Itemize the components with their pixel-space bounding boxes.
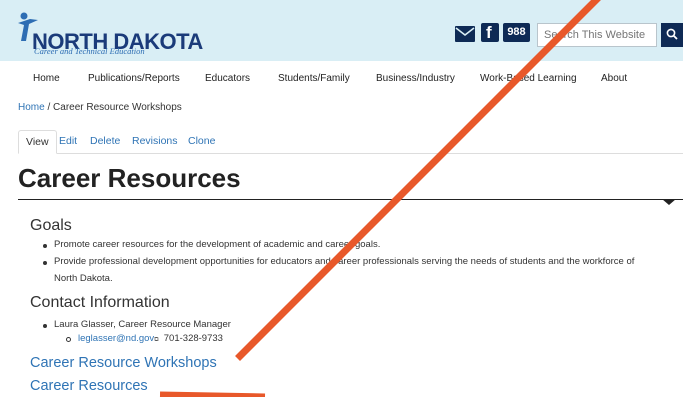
contact-heading: Contact Information: [30, 294, 170, 311]
sub-bullet-icon: [66, 337, 71, 342]
external-link-icon: ⧉: [154, 337, 159, 343]
mail-icon[interactable]: [455, 26, 475, 42]
tab-edit[interactable]: Edit: [59, 130, 77, 154]
contact-phone: 701-328-9733: [163, 333, 223, 344]
bullet-icon: [43, 324, 47, 328]
facebook-icon[interactable]: f: [481, 23, 499, 42]
nav-item-home[interactable]: Home: [33, 73, 60, 84]
search-button[interactable]: [661, 23, 683, 47]
tab-delete[interactable]: Delete: [90, 130, 120, 154]
breadcrumb-current: Career Resource Workshops: [53, 102, 182, 113]
breadcrumb: Home / Career Resource Workshops: [18, 102, 182, 113]
breadcrumb-home[interactable]: Home: [18, 102, 45, 113]
nav-item-students-family[interactable]: Students/Family: [278, 73, 350, 84]
breadcrumb-separator: /: [47, 102, 51, 113]
goals-item-continued: North Dakota.: [54, 273, 113, 284]
nav-item-work-based-learning[interactable]: Work-Based Learning: [480, 73, 577, 84]
title-caret-icon: [662, 199, 676, 205]
admin-tabs: View Edit Delete Revisions Clone: [18, 130, 683, 154]
tab-clone[interactable]: Clone: [188, 130, 215, 154]
nav-item-publications[interactable]: Publications/Reports: [88, 73, 180, 84]
contact-person: Laura Glasser, Career Resource Manager: [54, 319, 231, 330]
main-nav: Home Publications/Reports Educators Stud…: [0, 61, 683, 97]
nav-item-business-industry[interactable]: Business/Industry: [376, 73, 455, 84]
goals-heading: Goals: [30, 217, 72, 234]
site-header: NORTH DAKOTA Career and Technical Educat…: [0, 0, 683, 61]
search-input[interactable]: [537, 23, 657, 47]
crisis-line-988-badge[interactable]: 988: [503, 23, 530, 42]
email-link[interactable]: leglasser@nd.gov: [78, 333, 154, 344]
tab-revisions[interactable]: Revisions: [132, 130, 178, 154]
site-logo[interactable]: NORTH DAKOTA Career and Technical Educat…: [16, 11, 203, 57]
page-title: Career Resources: [18, 163, 241, 193]
goals-item: Provide professional development opportu…: [54, 256, 635, 267]
goals-item: Promote career resources for the develop…: [54, 239, 381, 250]
contact-details: leglasser@nd.gov⧉ 701-328-9733: [78, 333, 223, 344]
bullet-icon: [43, 244, 47, 248]
nav-item-educators[interactable]: Educators: [205, 73, 250, 84]
title-divider: [18, 199, 683, 200]
career-resource-workshops-link[interactable]: Career Resource Workshops: [30, 355, 217, 371]
logo-subtitle: Career and Technical Education: [34, 46, 145, 56]
bullet-icon: [43, 261, 47, 265]
nav-item-about[interactable]: About: [601, 73, 627, 84]
tab-view[interactable]: View: [18, 130, 57, 154]
search-icon: [666, 28, 678, 40]
career-resources-link[interactable]: Career Resources: [30, 378, 148, 394]
